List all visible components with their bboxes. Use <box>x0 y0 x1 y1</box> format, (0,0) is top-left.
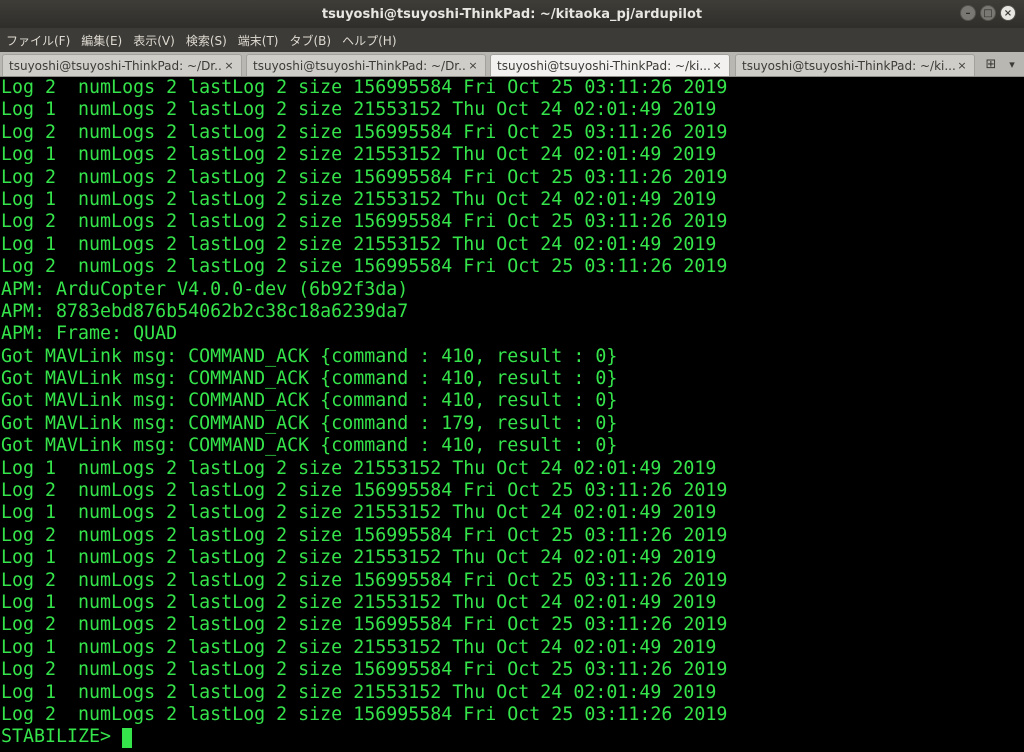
terminal-line: Log 1 numLogs 2 lastLog 2 size 21553152 … <box>1 681 717 703</box>
tab-2[interactable]: tsuyoshi@tsuyoshi-ThinkPad: ~/Dr... × <box>246 54 486 76</box>
menu-tabs[interactable]: タブ(B) <box>290 32 332 49</box>
tab-1[interactable]: tsuyoshi@tsuyoshi-ThinkPad: ~/Dr... × <box>2 54 242 76</box>
terminal-line: Log 1 numLogs 2 lastLog 2 size 21553152 … <box>1 144 717 166</box>
terminal-output[interactable]: Log 2 numLogs 2 lastLog 2 size 156995584… <box>0 77 1024 752</box>
terminal-line: Log 2 numLogs 2 lastLog 2 size 156995584… <box>1 77 728 98</box>
tab-label: tsuyoshi@tsuyoshi-ThinkPad: ~/ki... <box>497 58 711 73</box>
menu-terminal[interactable]: 端末(T) <box>238 32 279 49</box>
text-cursor <box>122 727 133 748</box>
menu-edit[interactable]: 編集(E) <box>81 32 122 49</box>
terminal-line: Log 2 numLogs 2 lastLog 2 size 156995584… <box>1 614 728 636</box>
menu-file[interactable]: ファイル(F) <box>6 32 70 49</box>
terminal-line: Log 2 numLogs 2 lastLog 2 size 156995584… <box>1 166 728 188</box>
terminal-line: Log 1 numLogs 2 lastLog 2 size 21553152 … <box>1 591 717 613</box>
terminal-line: Got MAVLink msg: COMMAND_ACK {command : … <box>1 368 618 390</box>
menu-bar: ファイル(F) 編集(E) 表示(V) 検索(S) 端末(T) タブ(B) ヘル… <box>0 28 1024 52</box>
menu-search[interactable]: 検索(S) <box>186 32 227 49</box>
title-bar[interactable]: tsuyoshi@tsuyoshi-ThinkPad: ~/kitaoka_pj… <box>0 0 1024 28</box>
minimize-button[interactable]: – <box>960 5 976 21</box>
terminal-line: Got MAVLink msg: COMMAND_ACK {command : … <box>1 412 618 434</box>
terminal-line: Log 1 numLogs 2 lastLog 2 size 21553152 … <box>1 188 717 210</box>
tab-close-icon[interactable]: × <box>223 59 235 72</box>
tab-bar: tsuyoshi@tsuyoshi-ThinkPad: ~/Dr... × ts… <box>0 52 1024 77</box>
terminal-line: Log 2 numLogs 2 lastLog 2 size 156995584… <box>1 480 728 502</box>
terminal-line: Log 1 numLogs 2 lastLog 2 size 21553152 … <box>1 636 717 658</box>
maximize-button[interactable]: □ <box>980 5 996 21</box>
tab-label: tsuyoshi@tsuyoshi-ThinkPad: ~/Dr... <box>9 58 223 73</box>
tab-list-menu-icon[interactable]: ▾ <box>1004 54 1020 76</box>
terminal-line: Log 2 numLogs 2 lastLog 2 size 156995584… <box>1 211 728 233</box>
tab-close-icon[interactable]: × <box>711 59 723 72</box>
terminal-lines: Log 2 numLogs 2 lastLog 2 size 156995584… <box>0 77 1024 726</box>
terminal-line: Log 2 numLogs 2 lastLog 2 size 156995584… <box>1 256 728 278</box>
prompt-text: STABILIZE> <box>1 726 112 748</box>
menu-view[interactable]: 表示(V) <box>133 32 175 49</box>
terminal-line: Log 2 numLogs 2 lastLog 2 size 156995584… <box>1 703 728 725</box>
terminal-line: Log 1 numLogs 2 lastLog 2 size 21553152 … <box>1 457 717 479</box>
tab-3-active[interactable]: tsuyoshi@tsuyoshi-ThinkPad: ~/ki... × <box>490 54 730 76</box>
tab-label: tsuyoshi@tsuyoshi-ThinkPad: ~/ki... <box>742 58 956 73</box>
terminal-line: APM: ArduCopter V4.0.0-dev (6b92f3da) <box>1 278 409 300</box>
new-tab-icon[interactable]: ⊞ <box>980 54 1002 76</box>
terminal-line: Got MAVLink msg: COMMAND_ACK {command : … <box>1 390 618 412</box>
tab-close-icon[interactable]: × <box>956 59 968 72</box>
terminal-line: Got MAVLink msg: COMMAND_ACK {command : … <box>1 435 618 457</box>
menu-help[interactable]: ヘルプ(H) <box>342 32 396 49</box>
prompt-line: STABILIZE> <box>0 726 1024 748</box>
terminal-line: Log 1 numLogs 2 lastLog 2 size 21553152 … <box>1 502 717 524</box>
tab-label: tsuyoshi@tsuyoshi-ThinkPad: ~/Dr... <box>253 58 467 73</box>
window-controls: – □ × <box>960 5 1016 21</box>
terminal-window: tsuyoshi@tsuyoshi-ThinkPad: ~/kitaoka_pj… <box>0 0 1024 752</box>
terminal-line: Log 1 numLogs 2 lastLog 2 size 21553152 … <box>1 233 717 255</box>
tab-close-icon[interactable]: × <box>467 59 479 72</box>
terminal-line: APM: Frame: QUAD <box>1 323 178 345</box>
terminal-line: Log 2 numLogs 2 lastLog 2 size 156995584… <box>1 121 728 143</box>
terminal-line: Log 2 numLogs 2 lastLog 2 size 156995584… <box>1 524 728 546</box>
terminal-line: Log 1 numLogs 2 lastLog 2 size 21553152 … <box>1 99 717 121</box>
terminal-line: Log 2 numLogs 2 lastLog 2 size 156995584… <box>1 659 728 681</box>
window-title: tsuyoshi@tsuyoshi-ThinkPad: ~/kitaoka_pj… <box>321 6 703 22</box>
close-button[interactable]: × <box>1000 5 1016 21</box>
tab-4[interactable]: tsuyoshi@tsuyoshi-ThinkPad: ~/ki... × <box>735 54 975 76</box>
terminal-line: Got MAVLink msg: COMMAND_ACK {command : … <box>1 345 618 367</box>
terminal-line: Log 1 numLogs 2 lastLog 2 size 21553152 … <box>1 547 717 569</box>
terminal-line: APM: 8783ebd876b54062b2c38c18a6239da7 <box>1 300 409 322</box>
terminal-line: Log 2 numLogs 2 lastLog 2 size 156995584… <box>1 569 728 591</box>
